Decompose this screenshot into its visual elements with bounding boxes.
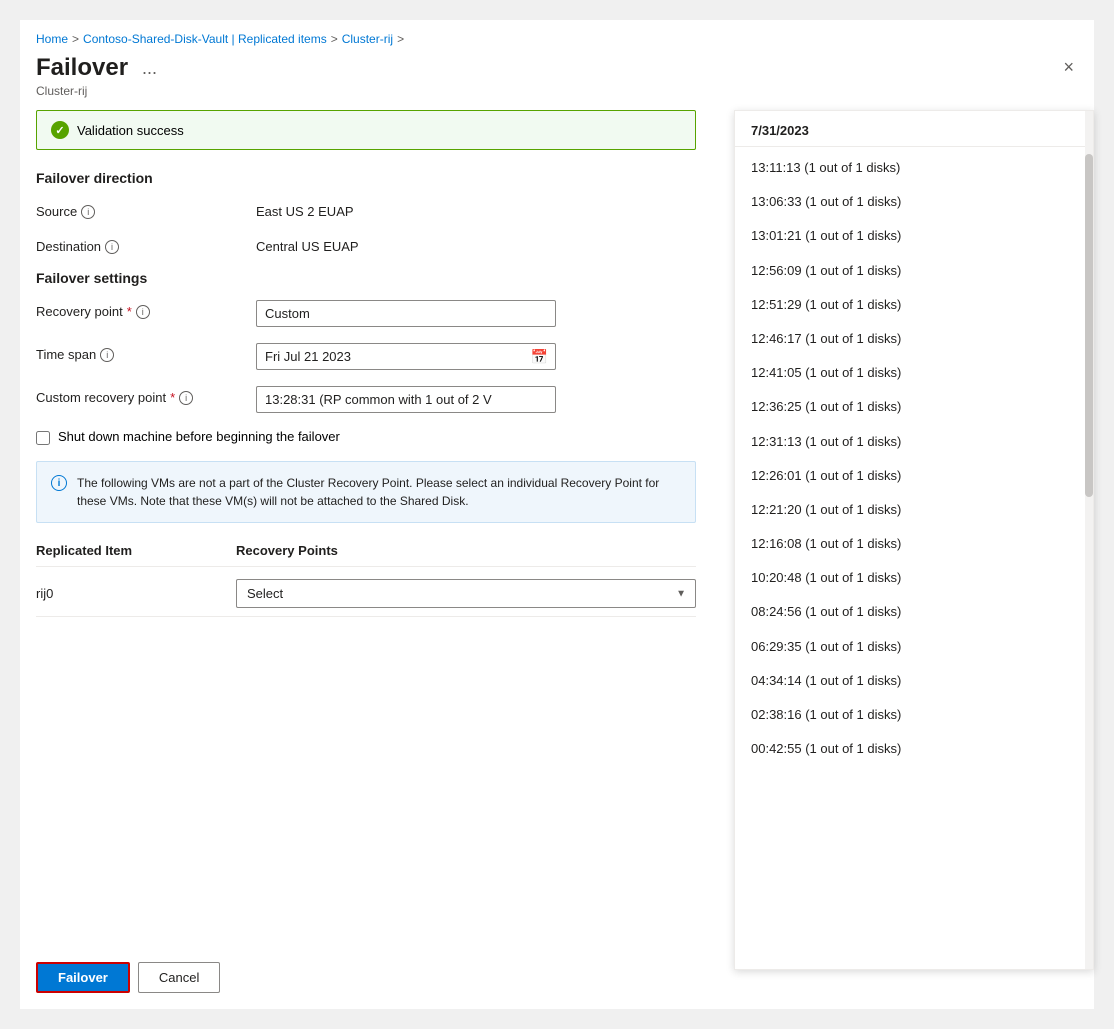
custom-recovery-input-wrapper <box>256 386 556 413</box>
recovery-points-select-wrapper: Select ▼ <box>236 579 696 608</box>
info-box-text: The following VMs are not a part of the … <box>77 474 681 510</box>
breadcrumb: Home > Contoso-Shared-Disk-Vault | Repli… <box>20 20 1094 54</box>
destination-label: Destination i <box>36 235 256 254</box>
dropdown-item[interactable]: 13:11:13 (1 out of 1 disks) <box>735 151 1093 185</box>
recovery-point-input[interactable] <box>256 300 556 327</box>
breadcrumb-cluster[interactable]: Cluster-rij <box>342 32 393 46</box>
table-row: rij0 Select ▼ <box>36 571 696 617</box>
recovery-points-select[interactable]: Select <box>236 579 696 608</box>
footer-buttons: Failover Cancel <box>20 946 236 1009</box>
custom-recovery-required: * <box>170 390 175 405</box>
panel-title: Failover <box>36 54 128 82</box>
destination-value: Central US EUAP <box>256 235 359 254</box>
recovery-point-input-wrapper <box>256 300 556 327</box>
breadcrumb-home[interactable]: Home <box>36 32 68 46</box>
cancel-button[interactable]: Cancel <box>138 962 220 993</box>
scrollbar-thumb[interactable] <box>1085 154 1093 497</box>
dropdown-item[interactable]: 08:24:56 (1 out of 1 disks) <box>735 595 1093 629</box>
panel-header: Failover ... Cluster-rij × <box>20 54 1094 110</box>
source-info-icon[interactable]: i <box>81 205 95 219</box>
dropdown-item[interactable]: 12:21:20 (1 out of 1 disks) <box>735 493 1093 527</box>
source-label: Source i <box>36 200 256 219</box>
info-box: i The following VMs are not a part of th… <box>36 461 696 523</box>
date-input-wrapper: 📅 <box>256 343 556 370</box>
dropdown-item[interactable]: 12:26:01 (1 out of 1 disks) <box>735 459 1093 493</box>
source-value: East US 2 EUAP <box>256 200 354 219</box>
recovery-point-required: * <box>127 304 132 319</box>
time-span-label: Time span i <box>36 343 256 362</box>
custom-recovery-label: Custom recovery point * i <box>36 386 256 405</box>
main-content: Validation success Failover direction So… <box>20 110 1094 637</box>
page-container: Home > Contoso-Shared-Disk-Vault | Repli… <box>20 20 1094 1009</box>
breadcrumb-sep3: > <box>397 32 404 46</box>
dropdown-item[interactable]: 12:36:25 (1 out of 1 disks) <box>735 390 1093 424</box>
validation-banner: Validation success <box>36 110 696 150</box>
dropdown-items-list[interactable]: 13:11:13 (1 out of 1 disks)13:06:33 (1 o… <box>735 147 1093 969</box>
table-cell-item: rij0 <box>36 586 236 601</box>
failover-button[interactable]: Failover <box>36 962 130 993</box>
dropdown-item[interactable]: 13:06:33 (1 out of 1 disks) <box>735 185 1093 219</box>
dropdown-item[interactable]: 13:01:21 (1 out of 1 disks) <box>735 219 1093 253</box>
dropdown-item[interactable]: 12:31:13 (1 out of 1 disks) <box>735 425 1093 459</box>
dropdown-item[interactable]: 00:42:55 (1 out of 1 disks) <box>735 732 1093 766</box>
dropdown-item[interactable]: 12:16:08 (1 out of 1 disks) <box>735 527 1093 561</box>
table-header: Replicated Item Recovery Points <box>36 543 696 567</box>
shutdown-checkbox[interactable] <box>36 431 50 445</box>
info-box-icon: i <box>51 475 67 491</box>
breadcrumb-vault[interactable]: Contoso-Shared-Disk-Vault | Replicated i… <box>83 32 327 46</box>
panel-title-area: Failover ... Cluster-rij <box>36 54 163 98</box>
custom-recovery-input[interactable] <box>256 386 556 413</box>
custom-recovery-info-icon[interactable]: i <box>179 391 193 405</box>
validation-text: Validation success <box>77 123 184 138</box>
calendar-icon: 📅 <box>531 348 548 365</box>
dropdown-item[interactable]: 12:41:05 (1 out of 1 disks) <box>735 356 1093 390</box>
dropdown-item[interactable]: 12:46:17 (1 out of 1 disks) <box>735 322 1093 356</box>
scrollbar-track <box>1085 111 1093 969</box>
dropdown-item[interactable]: 04:34:14 (1 out of 1 disks) <box>735 664 1093 698</box>
recovery-point-info-icon[interactable]: i <box>136 305 150 319</box>
shutdown-label[interactable]: Shut down machine before beginning the f… <box>58 429 340 444</box>
time-span-info-icon[interactable]: i <box>100 348 114 362</box>
dropdown-item[interactable]: 12:51:29 (1 out of 1 disks) <box>735 288 1093 322</box>
time-span-input[interactable] <box>256 343 556 370</box>
panel-title-row: Failover ... <box>36 54 163 82</box>
destination-info-icon[interactable]: i <box>105 240 119 254</box>
dropdown-panel: 7/31/2023 13:11:13 (1 out of 1 disks)13:… <box>734 110 1094 970</box>
close-button[interactable]: × <box>1059 54 1078 80</box>
col-header-item: Replicated Item <box>36 543 236 558</box>
dropdown-item[interactable]: 10:20:48 (1 out of 1 disks) <box>735 561 1093 595</box>
dropdown-item[interactable]: 12:56:09 (1 out of 1 disks) <box>735 254 1093 288</box>
validation-success-icon <box>51 121 69 139</box>
col-header-points: Recovery Points <box>236 543 696 558</box>
dropdown-item[interactable]: 02:38:16 (1 out of 1 disks) <box>735 698 1093 732</box>
breadcrumb-sep1: > <box>72 32 79 46</box>
recovery-point-label: Recovery point * i <box>36 300 256 319</box>
breadcrumb-sep2: > <box>331 32 338 46</box>
dropdown-date-header: 7/31/2023 <box>735 111 1093 147</box>
replicated-items-table: Replicated Item Recovery Points rij0 Sel… <box>36 543 696 617</box>
panel-dots-menu[interactable]: ... <box>136 56 163 81</box>
dropdown-item[interactable]: 06:29:35 (1 out of 1 disks) <box>735 630 1093 664</box>
panel-subtitle: Cluster-rij <box>36 84 163 98</box>
